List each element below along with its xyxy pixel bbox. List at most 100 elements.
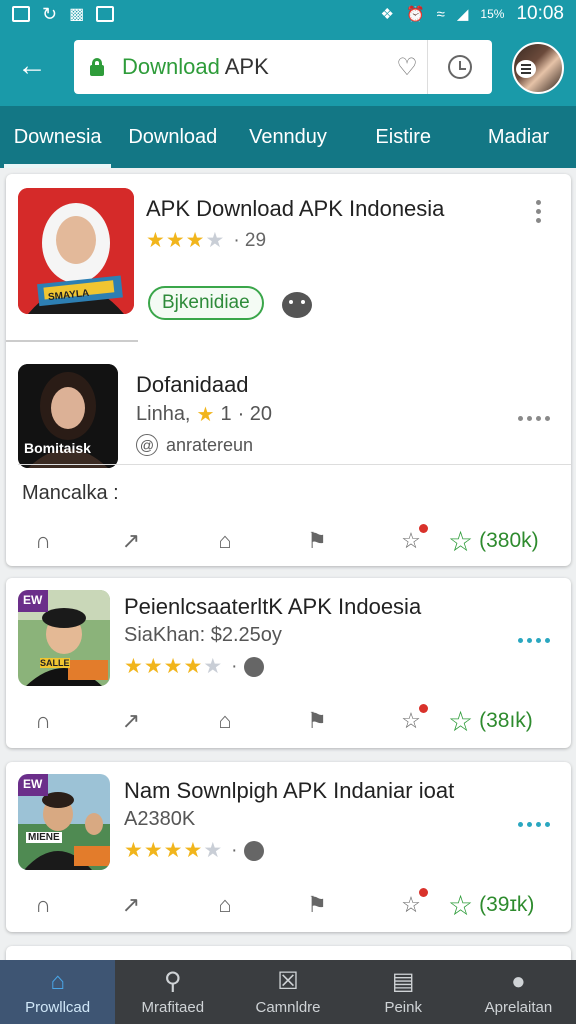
thumbnail-caption: SALLE bbox=[40, 658, 70, 668]
rating-extra: · 20 bbox=[237, 403, 273, 425]
sync-notification-icon: ↻ bbox=[42, 3, 58, 24]
tab-eistire[interactable]: Eistire bbox=[346, 106, 461, 168]
menu-icon[interactable] bbox=[516, 60, 536, 78]
overflow-menu-icon[interactable] bbox=[518, 822, 550, 827]
address-text[interactable]: Download APK bbox=[122, 54, 387, 80]
entry-divider bbox=[6, 340, 138, 342]
address-text-domain: Download bbox=[122, 54, 225, 79]
action-row: ∩ ↗ ⌂ ⚑ ☆ ☆ (380k) bbox=[6, 516, 571, 566]
favorite-button[interactable]: ☆ (39ɪk) bbox=[448, 889, 534, 922]
handle-text: anratereun bbox=[166, 434, 254, 455]
app-subtitle: SiaKhan: $2.25oy bbox=[124, 624, 282, 646]
history-button[interactable] bbox=[428, 55, 492, 79]
clock-time: 10:08 bbox=[516, 3, 564, 24]
thumbnail-caption: MIENE bbox=[26, 832, 62, 843]
badge-star-icon[interactable]: ☆ bbox=[396, 524, 428, 556]
rating-separator: · bbox=[231, 839, 238, 861]
signal-icon: ◢ bbox=[456, 6, 469, 23]
lock-icon bbox=[90, 58, 104, 76]
bookmark-icon[interactable]: ⚑ bbox=[302, 706, 332, 736]
close-box-icon: ☒ bbox=[277, 968, 299, 995]
chart-notification-icon: ▩ bbox=[69, 6, 85, 23]
app-title[interactable]: Dofanidaad bbox=[136, 372, 249, 398]
nav-label: Prowllcad bbox=[25, 998, 91, 1016]
list-item[interactable] bbox=[6, 946, 571, 960]
nav-item-search[interactable]: ⚲ Mrafitaed bbox=[115, 960, 230, 1024]
badge-star-icon[interactable]: ☆ bbox=[396, 704, 428, 736]
rating-stars: ★ ★ ★ ★ · 29 bbox=[146, 229, 267, 252]
developer-handle[interactable]: @ anratereun bbox=[136, 434, 253, 456]
category-tabs: Downesia Download Vennduy Eistire Madiar bbox=[0, 106, 576, 168]
subtitle-prefix: Linha, bbox=[136, 403, 191, 425]
rating-value: 1 bbox=[220, 403, 232, 425]
nav-label: Mrafitaed bbox=[141, 998, 205, 1016]
list-item[interactable]: SMAYLA APK Download APK Indonesia ★ ★ ★ ★ ·… bbox=[6, 174, 571, 566]
app-title[interactable]: Nam Sownlpigh APK Indaniar ioat bbox=[124, 778, 454, 804]
home-outline-icon[interactable]: ⌂ bbox=[210, 890, 240, 920]
tab-vennduy[interactable]: Vennduy bbox=[230, 106, 345, 168]
share-icon[interactable]: ↗ bbox=[116, 706, 146, 736]
app-thumbnail[interactable]: Bomitaisk bbox=[18, 364, 118, 468]
app-list: SMAYLA APK Download APK Indonesia ★ ★ ★ ★ ·… bbox=[0, 170, 576, 960]
headphones-icon[interactable]: ∩ bbox=[28, 706, 58, 736]
overflow-menu-icon[interactable] bbox=[536, 200, 542, 223]
bookmark-icon[interactable]: ⚑ bbox=[302, 526, 332, 556]
nav-item-book[interactable]: ▤ Peink bbox=[346, 960, 461, 1024]
home-outline-icon[interactable]: ⌂ bbox=[210, 526, 240, 556]
tab-madiar[interactable]: Madiar bbox=[461, 106, 576, 168]
image-notification-icon bbox=[12, 6, 30, 22]
list-item[interactable]: EW MIENE Nam Sownlpigh APK Indaniar ioat… bbox=[6, 762, 571, 932]
alarm-icon: ⏰ bbox=[405, 6, 425, 23]
bluetooth-icon: ❖ bbox=[380, 6, 394, 23]
back-arrow-icon[interactable]: ← bbox=[14, 48, 50, 84]
section-label: Mancalka : bbox=[22, 482, 119, 504]
status-bar: ↻ ▩ ❖ ⏰ ≈ ◢ 15% 10:08 bbox=[0, 0, 576, 28]
entry-divider bbox=[18, 464, 571, 465]
favorite-count: (38ık) bbox=[479, 709, 533, 732]
clock-badge-icon bbox=[244, 840, 265, 861]
heart-icon[interactable]: ♡ bbox=[387, 53, 427, 82]
headphones-icon[interactable]: ∩ bbox=[28, 526, 58, 556]
app-thumbnail[interactable]: EW SALLE bbox=[18, 590, 110, 686]
bookmark-icon[interactable]: ⚑ bbox=[302, 890, 332, 920]
app-thumbnail[interactable]: SMAYLA bbox=[18, 188, 134, 314]
app-title[interactable]: PeienlcsaaterltK APK Indoesia bbox=[124, 594, 421, 620]
list-item[interactable]: EW SALLE PeienlcsaaterltK APK Indoesia S… bbox=[6, 578, 571, 748]
favorite-button[interactable]: ☆ (38ık) bbox=[448, 705, 533, 738]
at-icon: @ bbox=[136, 434, 158, 456]
category-chip[interactable]: Bjkenidiae bbox=[148, 286, 264, 320]
nav-label: Camnldre bbox=[255, 998, 321, 1016]
address-bar[interactable]: Download APK ♡ bbox=[74, 40, 492, 94]
nav-item-profile[interactable]: ● Aprelaitan bbox=[461, 960, 576, 1024]
rating-stars: ★ ★ ★ ★ ★ · bbox=[124, 654, 265, 679]
wifi-icon: ≈ bbox=[436, 5, 445, 23]
app-title[interactable]: APK Download APK Indonesia bbox=[146, 196, 444, 222]
book-icon: ▤ bbox=[391, 968, 415, 995]
green-star-icon: ☆ bbox=[448, 889, 474, 921]
share-icon[interactable]: ↗ bbox=[116, 526, 146, 556]
nav-label: Aprelaitan bbox=[484, 998, 553, 1016]
app-thumbnail[interactable]: EW MIENE bbox=[18, 774, 110, 870]
nav-label: Peink bbox=[384, 998, 422, 1016]
nav-item-close-box[interactable]: ☒ Camnldre bbox=[230, 960, 345, 1024]
rating-text: · 29 bbox=[233, 229, 267, 251]
favorite-button[interactable]: ☆ (380k) bbox=[448, 525, 539, 558]
search-icon: ⚲ bbox=[164, 968, 182, 995]
tab-downesia[interactable]: Downesia bbox=[0, 106, 115, 168]
koala-icon[interactable] bbox=[282, 292, 312, 318]
badge-star-icon[interactable]: ☆ bbox=[396, 888, 428, 920]
bottom-navigation: ⌂ Prowllcad ⚲ Mrafitaed ☒ Camnldre ▤ Pei… bbox=[0, 960, 576, 1024]
nav-item-home[interactable]: ⌂ Prowllcad bbox=[0, 960, 116, 1024]
overflow-menu-icon[interactable] bbox=[518, 416, 550, 421]
tab-download[interactable]: Download bbox=[115, 106, 230, 168]
address-text-path: APK bbox=[224, 54, 269, 79]
overflow-menu-icon[interactable] bbox=[518, 638, 550, 643]
headphones-icon[interactable]: ∩ bbox=[28, 890, 58, 920]
home-outline-icon[interactable]: ⌂ bbox=[210, 706, 240, 736]
battery-level: 15% bbox=[480, 7, 505, 21]
share-icon[interactable]: ↗ bbox=[116, 890, 146, 920]
avatar[interactable] bbox=[512, 42, 564, 94]
favorite-count: (380k) bbox=[479, 529, 539, 552]
green-star-icon: ☆ bbox=[448, 525, 474, 557]
box-notification-icon bbox=[96, 6, 115, 22]
